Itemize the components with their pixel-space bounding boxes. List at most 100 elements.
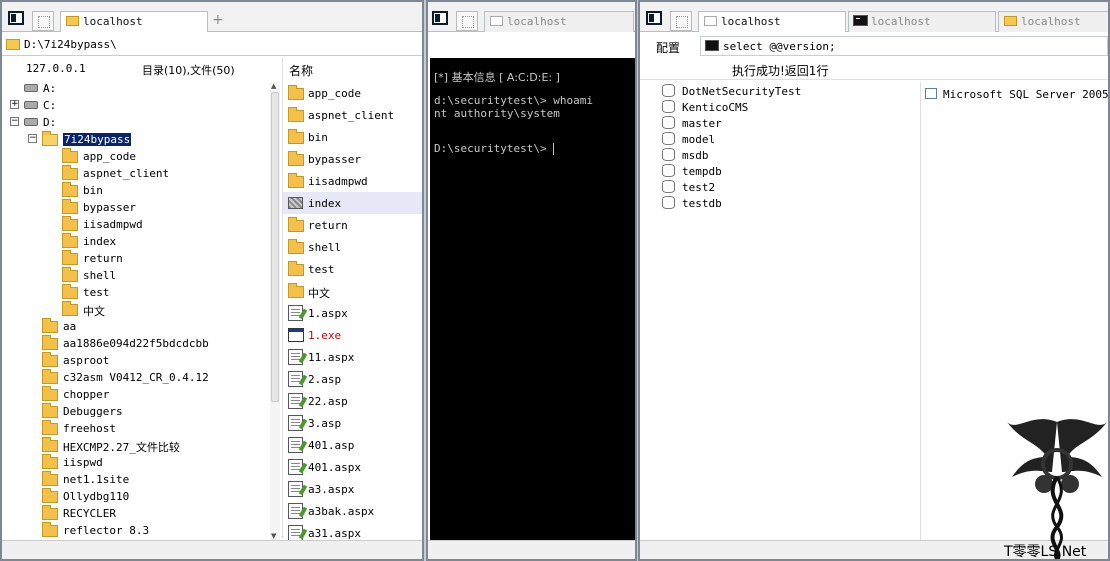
file-list: 名称 app_code aspnet_client bin bypasser iisad…	[282, 58, 422, 541]
file-row-folder[interactable]: bypasser	[283, 148, 422, 170]
tree-subfolder[interactable]: 中文	[2, 301, 270, 318]
tab-label: localhost	[721, 15, 781, 28]
tree-drive-d[interactable]: − D:	[2, 114, 270, 130]
file-row[interactable]: 3.asp	[283, 412, 422, 434]
database-icon	[662, 84, 675, 97]
tree-folder[interactable]: Debuggers	[2, 403, 270, 419]
panel-toggle-icon[interactable]	[432, 11, 448, 25]
scroll-thumb[interactable]	[271, 92, 279, 402]
folder-icon	[42, 454, 58, 469]
script-file-icon	[288, 459, 303, 475]
file-name: a31.aspx	[308, 527, 361, 540]
prompt-text: D:\securitytest\>	[434, 142, 554, 155]
tree-folder[interactable]: HEXCMP2.27_文件比较	[2, 437, 270, 454]
restore-window-icon[interactable]	[456, 11, 478, 31]
file-row-folder[interactable]: aspnet_client	[283, 104, 422, 126]
file-row[interactable]: 22.asp	[283, 390, 422, 412]
config-button[interactable]: 配置	[640, 36, 698, 56]
tree-folder-selected[interactable]: − 7i24bypass	[2, 131, 270, 147]
tree-subfolder[interactable]: aspnet_client	[2, 165, 270, 181]
scroll-down-icon[interactable]: ▼	[271, 532, 276, 540]
drive-icon	[24, 84, 38, 92]
tab-label: localhost	[83, 15, 143, 28]
file-row[interactable]: 2.asp	[283, 368, 422, 390]
tree-subfolder[interactable]: bin	[2, 182, 270, 198]
tree-label: index	[83, 235, 117, 248]
file-row[interactable]: 11.aspx	[283, 346, 422, 368]
new-tab-icon[interactable]: +	[212, 12, 224, 28]
tree-folder[interactable]: iispwd	[2, 454, 270, 470]
tree-drive-c[interactable]: + C:	[2, 97, 270, 113]
scroll-up-icon[interactable]: ▲	[271, 82, 276, 90]
file-row-folder[interactable]: iisadmpwd	[283, 170, 422, 192]
expand-toggle-icon[interactable]: +	[10, 100, 19, 109]
file-row[interactable]: 401.asp	[283, 434, 422, 456]
tree-folder[interactable]: RECYCLER	[2, 505, 270, 521]
file-row[interactable]: 1.aspx	[283, 302, 422, 324]
file-row-folder[interactable]: app_code	[283, 82, 422, 104]
address-bar[interactable]: D:\7i24bypass\	[2, 34, 422, 56]
tree-folder[interactable]: c32asm V0412_CR_0.4.12	[2, 369, 270, 385]
tree-label: bypasser	[83, 201, 136, 214]
tree-folder[interactable]: reflector 8.3	[2, 522, 270, 538]
terminal-prompt[interactable]: D:\securitytest\>	[434, 142, 555, 155]
terminal-output[interactable]: [*] 基本信息 [ A:C:D:E: ] d:\securitytest\> …	[430, 58, 635, 540]
tab-localhost[interactable]: localhost	[484, 11, 634, 32]
tree-folder[interactable]: aa	[2, 318, 270, 334]
tree-subfolder[interactable]: iisadmpwd	[2, 216, 270, 232]
result-row[interactable]: Microsoft SQL Server 2005 -	[925, 88, 1110, 101]
file-name: 中文	[308, 287, 330, 300]
tree-folder[interactable]: Ollydbg110	[2, 488, 270, 504]
file-name: 2.asp	[308, 373, 342, 386]
tab-localhost-db[interactable]: localhost	[698, 11, 846, 32]
panel-toggle-icon[interactable]	[646, 11, 662, 25]
tab-localhost-terminal[interactable]: localhost	[848, 11, 996, 32]
file-row-folder[interactable]: shell	[283, 236, 422, 258]
file-row[interactable]: index	[283, 192, 422, 214]
tree-subfolder[interactable]: shell	[2, 267, 270, 283]
file-row-folder[interactable]: bin	[283, 126, 422, 148]
file-row[interactable]: 401.aspx	[283, 456, 422, 478]
folder-icon	[42, 488, 58, 503]
tree-subfolder[interactable]: return	[2, 250, 270, 266]
panel-toggle-icon[interactable]	[8, 11, 24, 25]
tree-subfolder[interactable]: bypasser	[2, 199, 270, 215]
restore-window-icon[interactable]	[670, 11, 692, 31]
folder-icon	[42, 131, 58, 146]
file-row[interactable]: a3.aspx	[283, 478, 422, 500]
tree-drive-a[interactable]: A:	[2, 80, 270, 96]
file-row-folder[interactable]: 中文	[283, 280, 422, 302]
tree-folder[interactable]: asproot	[2, 352, 270, 368]
folder-icon	[62, 182, 78, 197]
restore-window-icon[interactable]	[32, 11, 54, 31]
tree-folder[interactable]: aa1886e094d22f5bdcdcbb	[2, 335, 270, 351]
folder-icon	[6, 39, 20, 50]
file-name: a3bak.aspx	[308, 505, 375, 518]
tree-subfolder[interactable]: test	[2, 284, 270, 300]
sql-input[interactable]: select @@version;	[700, 36, 1108, 56]
terminal-line: d:\securitytest\> whoami	[434, 94, 593, 107]
tab-localhost-files[interactable]: localhost	[998, 11, 1108, 32]
file-row[interactable]: 1.exe	[283, 324, 422, 346]
expand-toggle-icon[interactable]: −	[28, 134, 37, 143]
tree-scrollbar[interactable]: ▲ ▼	[270, 82, 280, 540]
tree-folder[interactable]: freehost	[2, 420, 270, 436]
folder-icon	[42, 403, 58, 418]
tree-folder[interactable]: net1.1site	[2, 471, 270, 487]
tree-subfolder[interactable]: app_code	[2, 148, 270, 164]
tree-folder[interactable]: chopper	[2, 386, 270, 402]
result-value: Microsoft SQL Server 2005 -	[943, 88, 1110, 101]
expand-toggle-icon[interactable]: −	[10, 117, 19, 126]
database-icon	[662, 100, 675, 113]
file-row[interactable]: a3bak.aspx	[283, 500, 422, 522]
tree-label: C:	[43, 99, 57, 112]
tree-label: aspnet_client	[83, 167, 170, 180]
file-row-folder[interactable]: test	[283, 258, 422, 280]
file-name: 1.exe	[308, 329, 342, 342]
tree-subfolder[interactable]: index	[2, 233, 270, 249]
tab-label: localhost	[871, 15, 931, 28]
script-file-icon	[288, 503, 303, 519]
file-row-folder[interactable]: return	[283, 214, 422, 236]
folder-icon	[42, 437, 58, 452]
tab-localhost[interactable]: localhost	[60, 11, 208, 32]
